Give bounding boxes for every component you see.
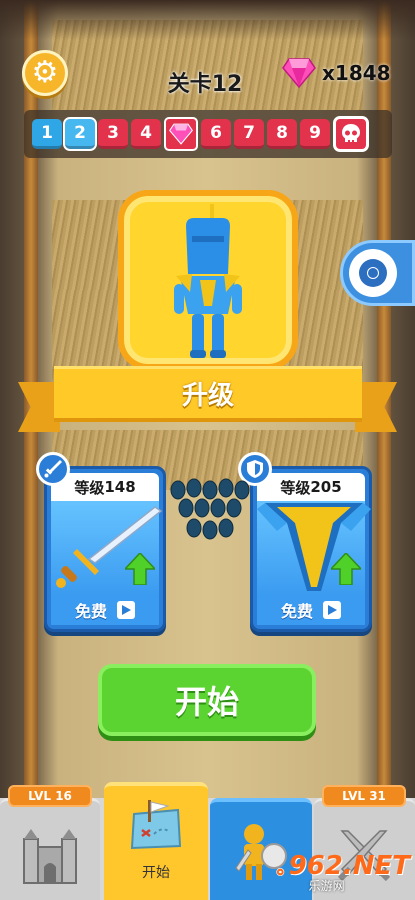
gear-icon: ⚙	[31, 55, 59, 90]
upgrade-arrow-icon	[125, 553, 155, 585]
video-play-icon	[323, 601, 341, 619]
level-node-3: 3	[98, 119, 128, 149]
treasure-map-icon	[130, 800, 182, 850]
level-node-9: 9	[300, 119, 330, 149]
level-label: 等级	[280, 478, 311, 497]
free-label: 免费	[280, 602, 313, 621]
top-shade	[0, 0, 415, 40]
level-node-4: 4	[131, 119, 161, 149]
level-title: 关卡12	[167, 72, 243, 97]
start-game-button[interactable]: 开始	[98, 664, 316, 736]
vortex-icon	[348, 249, 397, 297]
tab-start[interactable]	[104, 782, 208, 900]
level-node-gem	[164, 117, 198, 151]
armor-level-header: 等级 205	[257, 473, 365, 501]
level-node-7: 7	[234, 119, 264, 149]
video-play-icon	[117, 601, 135, 619]
tab-castle[interactable]	[0, 798, 100, 900]
weapon-upgrade-card[interactable]: 等级 148 免费	[44, 466, 166, 632]
free-label: 免费	[74, 602, 107, 621]
gem-counter: x1848	[282, 58, 391, 88]
level-node-6: 6	[201, 119, 231, 149]
armor-upgrade-card[interactable]: 等级 205 免费	[250, 466, 372, 632]
spin-reward-button[interactable]	[340, 240, 415, 306]
tab-start-label: 开始	[142, 865, 170, 881]
skull-icon	[342, 124, 360, 142]
level-progress-bar: 1 2 3 4 6 7 8 9	[24, 110, 392, 158]
level-node-2: 2	[63, 117, 97, 151]
gem-count: x1848	[322, 61, 391, 85]
site-watermark: 962.NET 乐游网	[276, 850, 410, 894]
character-preview	[118, 190, 298, 370]
watermark-logo-icon	[276, 867, 285, 877]
battle-level-tag: LVL 31	[322, 785, 406, 807]
level-node-8: 8	[267, 119, 297, 149]
gem-icon	[282, 58, 316, 88]
castle-level-tag: LVL 16	[8, 785, 92, 807]
upgrade-arrow-icon	[331, 553, 361, 585]
watermark-subtitle: 乐游网	[308, 878, 345, 893]
knight-character	[174, 204, 242, 358]
level-node-1: 1	[32, 119, 62, 149]
armor-level-value: 205	[310, 478, 342, 496]
settings-button[interactable]: ⚙	[22, 50, 68, 96]
weapon-free-upgrade[interactable]: 免费	[51, 595, 159, 625]
sword-badge-icon	[36, 452, 70, 486]
level-label: 等级	[74, 478, 105, 497]
level-node-boss	[333, 116, 369, 152]
enemy-crowd	[170, 478, 250, 540]
castle-icon	[23, 829, 77, 884]
gem-icon	[169, 123, 193, 145]
upgrade-banner: 升级	[54, 366, 362, 422]
armor-free-upgrade[interactable]: 免费	[257, 595, 365, 625]
weapon-level-value: 148	[104, 478, 136, 496]
